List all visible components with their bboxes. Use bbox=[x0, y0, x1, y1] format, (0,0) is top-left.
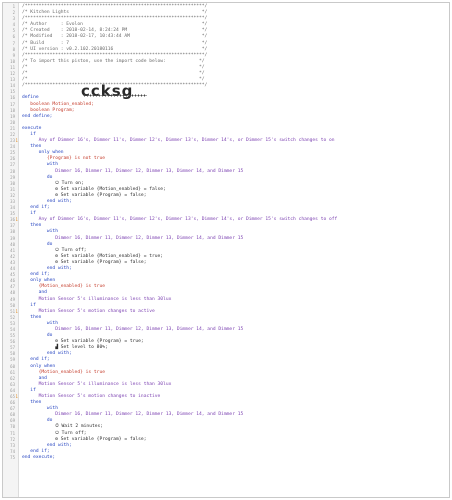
piston-code-view: 1/**************************************… bbox=[2, 2, 450, 498]
code-lines: 1/**************************************… bbox=[3, 4, 449, 461]
watermark-logo: ccksg bbox=[81, 82, 134, 100]
code-text: end execute; bbox=[22, 454, 56, 460]
line-number: 75 bbox=[10, 454, 15, 460]
code-line: 75 end execute; bbox=[3, 455, 449, 461]
logo-dots bbox=[83, 94, 147, 97]
